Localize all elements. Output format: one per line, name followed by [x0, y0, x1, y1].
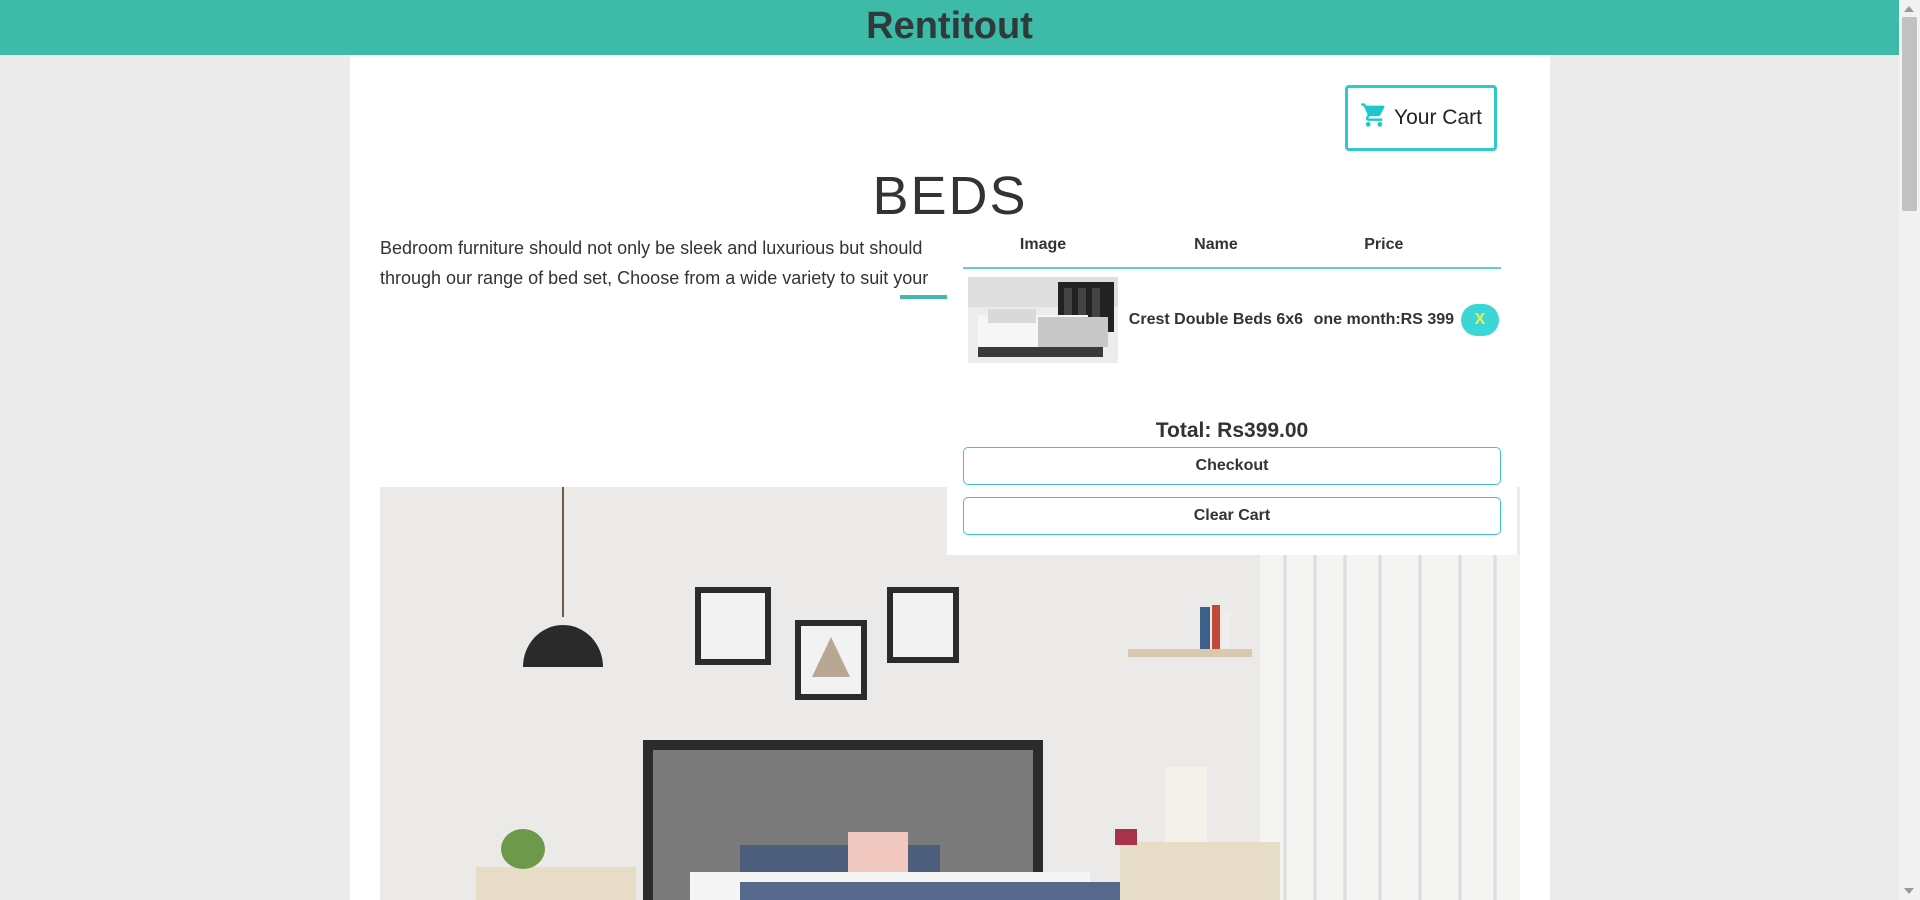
checkout-button[interactable]: Checkout — [963, 447, 1501, 485]
scroll-down-arrow-icon[interactable] — [1904, 888, 1914, 894]
category-description: Bedroom furniture should not only be sle… — [380, 238, 929, 288]
title-underline — [900, 295, 948, 299]
column-header-action — [1458, 223, 1501, 269]
cart-item-remove-cell: X — [1459, 268, 1501, 371]
column-header-name: Name — [1123, 223, 1309, 269]
site-header: Rentitout — [0, 0, 1899, 55]
cart-dropdown: Image Name Price Crest Double Beds 6x6 o… — [947, 223, 1517, 555]
brand-logo[interactable]: Rentitout — [866, 5, 1033, 48]
page-scrollbar[interactable] — [1899, 0, 1920, 900]
your-cart-button[interactable]: Your Cart — [1345, 85, 1497, 151]
cart-item-image-cell — [963, 268, 1123, 371]
remove-item-button[interactable]: X — [1460, 304, 1499, 336]
cart-table: Image Name Price Crest Double Beds 6x6 o… — [963, 223, 1501, 371]
scroll-up-arrow-icon[interactable] — [1904, 6, 1914, 12]
cart-item-name: Crest Double Beds 6x6 — [1128, 311, 1304, 328]
page-title: BEDS — [872, 166, 1028, 226]
cart-item-price: one month:RS 399 — [1313, 311, 1455, 328]
clear-cart-button[interactable]: Clear Cart — [963, 497, 1501, 535]
cart-icon — [1360, 101, 1388, 135]
cart-item-thumbnail — [968, 277, 1119, 363]
column-header-image: Image — [963, 223, 1124, 269]
cart-total: Total: Rs399.00 — [1155, 419, 1309, 442]
scrollbar-thumb[interactable] — [1902, 17, 1917, 211]
column-header-price: Price — [1308, 223, 1459, 269]
cart-item-row: Crest Double Beds 6x6 one month:RS 399 X — [963, 268, 1501, 371]
your-cart-label: Your Cart — [1394, 106, 1482, 129]
main-content: Your Cart BEDS Bedroom furniture should … — [350, 55, 1550, 900]
